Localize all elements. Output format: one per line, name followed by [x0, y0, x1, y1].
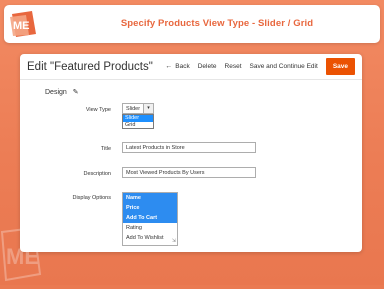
section-title: Design — [45, 88, 67, 96]
reset-button[interactable]: Reset — [225, 63, 242, 70]
back-button[interactable]: ← Back — [165, 63, 189, 70]
save-button[interactable]: Save — [325, 58, 355, 75]
view-type-option[interactable]: Grid — [123, 122, 153, 129]
display-option-item[interactable]: Add To Cart — [123, 213, 177, 223]
view-type-label: View Type — [85, 107, 111, 113]
resize-grip-icon[interactable]: ⇲ — [172, 239, 176, 244]
display-option-item[interactable]: Rating — [123, 223, 177, 233]
display-options-multiselect[interactable]: Name Price Add To Cart Rating Add To Wis… — [122, 192, 178, 246]
svg-text:ME: ME — [6, 244, 39, 269]
svg-text:ME: ME — [13, 20, 30, 32]
title-input[interactable]: Latest Products in Store — [122, 142, 256, 153]
description-input[interactable]: Most Viewed Products By Users — [122, 167, 256, 178]
save-and-continue-button[interactable]: Save and Continue Edit — [250, 63, 318, 70]
page-title: Edit "Featured Products" — [27, 61, 153, 73]
section-design[interactable]: Design ✎ — [45, 88, 79, 97]
edit-form-card: Edit "Featured Products" ← Back Delete Re… — [20, 54, 362, 252]
arrow-left-icon: ← — [165, 63, 173, 70]
description-label: Description — [83, 171, 111, 177]
display-options-label: Display Options — [72, 195, 111, 201]
view-type-dropdown: Slider Grid — [122, 114, 154, 129]
title-label: Title — [100, 146, 111, 152]
delete-button[interactable]: Delete — [198, 63, 217, 70]
chevron-down-icon: ▾ — [143, 104, 153, 113]
banner-title: Specify Products View Type - Slider / Gr… — [120, 18, 314, 29]
header-banner: ME Specify Products View Type - Slider /… — [4, 5, 380, 43]
watermark-logo: ME — [0, 224, 44, 284]
pencil-icon: ✎ — [72, 89, 79, 96]
view-type-selected: Slider — [126, 106, 141, 112]
display-option-item[interactable]: Name — [123, 193, 177, 203]
view-type-select[interactable]: Slider ▾ — [122, 103, 154, 114]
page-actions-toolbar: ← Back Delete Reset Save and Continue Edi… — [157, 58, 355, 75]
header-divider — [20, 79, 362, 80]
display-option-item[interactable]: Add To Wishlist — [123, 233, 177, 243]
display-option-item[interactable]: Price — [123, 203, 177, 213]
brand-logo: ME — [8, 8, 40, 40]
back-label: Back — [175, 63, 190, 70]
